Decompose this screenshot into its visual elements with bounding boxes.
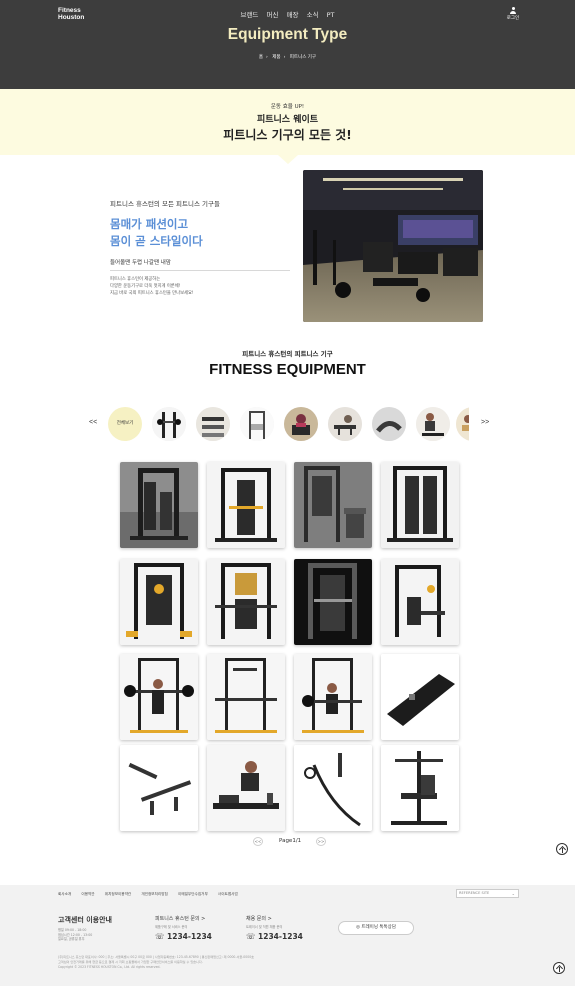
intro-desc-line3: 지금 바로 국외 피트니스 휴스턴을 만나보세요! bbox=[110, 291, 194, 296]
banner-line3: 피트니스 기구의 모든 것! bbox=[223, 128, 352, 142]
nav-item-brand[interactable]: 브랜드 bbox=[240, 11, 258, 19]
intro-eyebrow: 피트니스 휴스턴의 모든 피트니스 기구들 bbox=[110, 200, 220, 208]
main-nav: 브랜드 머신 매장 소식 PT bbox=[0, 9, 575, 19]
pagination: << Page1/1 >> bbox=[0, 837, 575, 847]
banner-sub: 운동 효율 UP! bbox=[270, 104, 305, 110]
breadcrumb-current: 피트니스 기구 bbox=[289, 55, 317, 60]
divider bbox=[110, 270, 290, 271]
category-treadmill[interactable] bbox=[284, 407, 318, 441]
scroll-top-button-footer[interactable] bbox=[553, 962, 565, 974]
customer-center-hours3: 일요일, 공휴일 휴무 bbox=[58, 937, 85, 941]
kakao-chat-button[interactable]: ◎ 트레이닝 톡톡상담 bbox=[338, 921, 414, 935]
customer-center: 고객센터 이용안내 평일 09:00 - 18:00 점심시간 12:00 - … bbox=[58, 915, 112, 942]
intro-headline: 몸매가 패션이고 몸이 곧 스타일이다 bbox=[110, 216, 203, 250]
customer-center-title: 고객센터 이용안내 bbox=[58, 916, 112, 924]
product-card[interactable] bbox=[381, 654, 459, 740]
login-label: 로그인 bbox=[506, 16, 520, 21]
inquiry-phone-number: 1234-1234 bbox=[167, 932, 212, 941]
gym-interior-photo bbox=[303, 170, 483, 322]
section-title: FITNESS EQUIPMENT bbox=[209, 361, 366, 378]
page-title: Equipment Type bbox=[227, 26, 348, 43]
product-card[interactable] bbox=[381, 745, 459, 831]
nav-item-pt[interactable]: PT bbox=[327, 11, 335, 19]
inquiry-phone: ☏ 1234-1234 bbox=[155, 932, 212, 941]
footer-link-terms[interactable]: 이용약관 bbox=[81, 892, 94, 896]
category-cable[interactable] bbox=[372, 407, 406, 441]
recruit-phone-number: 1234-1234 bbox=[258, 932, 303, 941]
footer-copyright: Copyright © 2023 FITNESS HOUSTON Co., Lt… bbox=[58, 965, 161, 969]
banner-pointer bbox=[278, 155, 298, 164]
nav-item-store[interactable]: 매장 bbox=[287, 11, 299, 19]
category-cardio[interactable] bbox=[416, 407, 450, 441]
nav-item-machine[interactable]: 머신 bbox=[267, 11, 279, 19]
promo-banner: 운동 효율 UP! 피트니스 웨이트 피트니스 기구의 모든 것! bbox=[0, 89, 575, 155]
product-card[interactable] bbox=[207, 559, 285, 645]
intro-headline-line2: 몸이 곧 스타일이다 bbox=[110, 234, 203, 248]
kakao-chat-label: 트레이닝 톡톡상담 bbox=[361, 925, 396, 930]
inquiry-sub: 제품구매 및 서비스 문의 bbox=[155, 925, 188, 929]
product-card[interactable] bbox=[294, 559, 372, 645]
category-all-button[interactable]: 전체보기 bbox=[108, 407, 142, 441]
page-next-button[interactable]: >> bbox=[316, 837, 326, 846]
breadcrumb-home[interactable]: 홈 bbox=[259, 55, 263, 60]
footer-link-about[interactable]: 회사소개 bbox=[58, 892, 71, 896]
footer-links: 회사소개 이용약관 위치정보이용약관 개인정보처리방침 이메일무단수집거부 사이… bbox=[58, 892, 247, 897]
footer-link-email-policy[interactable]: 이메일무단수집거부 bbox=[178, 892, 208, 896]
phone-icon: ☏ bbox=[246, 932, 256, 941]
intro-tagline: 들어올땐 두렵 나갈땐 내맘 bbox=[110, 260, 171, 266]
site-header: Fitness Houston 브랜드 머신 매장 소식 PT 로그인 Equi… bbox=[0, 0, 575, 89]
product-card[interactable] bbox=[294, 462, 372, 548]
recruit-block[interactable]: 채용 문의 > 트레이너 및 직원 채용 문의 ☏ 1234-1234 bbox=[246, 915, 303, 941]
product-card[interactable] bbox=[381, 559, 459, 645]
footer-link-sitemap[interactable]: 사이트맵사업 bbox=[218, 892, 238, 896]
page-indicator: Page1/1 bbox=[279, 838, 302, 844]
intro-desc-line2: 다양한 운동기구로 더욱 멋지게 이룬체! bbox=[110, 284, 181, 289]
product-card[interactable] bbox=[120, 462, 198, 548]
scroll-top-button[interactable] bbox=[556, 843, 568, 855]
banner-line2: 피트니스 웨이트 bbox=[256, 115, 319, 125]
reference-site-value: REFERENCE SITE bbox=[459, 891, 490, 895]
product-card[interactable] bbox=[207, 462, 285, 548]
footer-link-location-terms[interactable]: 위치정보이용약관 bbox=[105, 892, 131, 896]
site-footer: 회사소개 이용약관 위치정보이용약관 개인정보처리방침 이메일무단수집거부 사이… bbox=[0, 885, 575, 986]
carousel-next-button[interactable]: >> bbox=[481, 419, 489, 426]
breadcrumb: 홈 › 제품 › 피트니스 기구 bbox=[258, 55, 317, 60]
inquiry-title[interactable]: 피트니스 휴스턴 문의 > bbox=[155, 915, 212, 922]
recruit-phone: ☏ 1234-1234 bbox=[246, 932, 303, 941]
login-button[interactable]: 로그인 bbox=[503, 7, 523, 21]
footer-link-privacy[interactable]: 개인정보처리방침 bbox=[141, 892, 167, 896]
category-carousel: 전체보기 bbox=[108, 407, 469, 443]
category-dumbbell[interactable] bbox=[196, 407, 230, 441]
phone-icon: ☏ bbox=[155, 932, 165, 941]
breadcrumb-product[interactable]: 제품 bbox=[272, 55, 280, 60]
user-icon bbox=[510, 7, 516, 14]
category-stretch[interactable] bbox=[456, 407, 469, 441]
footer-legal: (주)피트니스 휴스턴 대표이사: 000 | 주소: 서울특별시 00구 00… bbox=[58, 955, 254, 970]
intro-headline-line1: 몸매가 패션이고 bbox=[110, 217, 189, 231]
reference-site-select[interactable]: REFERENCE SITE ⌄ bbox=[456, 889, 519, 898]
product-card[interactable] bbox=[294, 745, 372, 831]
product-card[interactable] bbox=[207, 745, 285, 831]
category-power-rack[interactable] bbox=[240, 407, 274, 441]
carousel-prev-button[interactable]: << bbox=[89, 419, 97, 426]
intro-description: 피트니스 휴스턴이 제공하는 다양한 운동기구로 더욱 멋지게 이룬체! 지금 … bbox=[110, 276, 194, 297]
page-prev-button[interactable]: << bbox=[253, 837, 263, 846]
product-card[interactable] bbox=[381, 462, 459, 548]
product-card[interactable] bbox=[120, 745, 198, 831]
product-card[interactable] bbox=[207, 654, 285, 740]
intro-desc-line1: 피트니스 휴스턴이 제공하는 bbox=[110, 277, 161, 282]
nav-item-news[interactable]: 소식 bbox=[307, 11, 319, 19]
product-card[interactable] bbox=[294, 654, 372, 740]
category-smith-machine[interactable] bbox=[152, 407, 186, 441]
chevron-down-icon: ⌄ bbox=[511, 891, 515, 896]
recruit-title[interactable]: 채용 문의 > bbox=[246, 915, 303, 922]
inquiry-block[interactable]: 피트니스 휴스턴 문의 > 제품구매 및 서비스 문의 ☏ 1234-1234 bbox=[155, 915, 212, 941]
product-card[interactable] bbox=[120, 654, 198, 740]
category-bench[interactable] bbox=[328, 407, 362, 441]
section-subtitle: 피트니스 휴스턴의 피트니스 기구 bbox=[242, 350, 333, 358]
chat-icon: ◎ bbox=[356, 925, 360, 930]
recruit-sub: 트레이너 및 직원 채용 문의 bbox=[246, 925, 283, 929]
product-card[interactable] bbox=[120, 559, 198, 645]
